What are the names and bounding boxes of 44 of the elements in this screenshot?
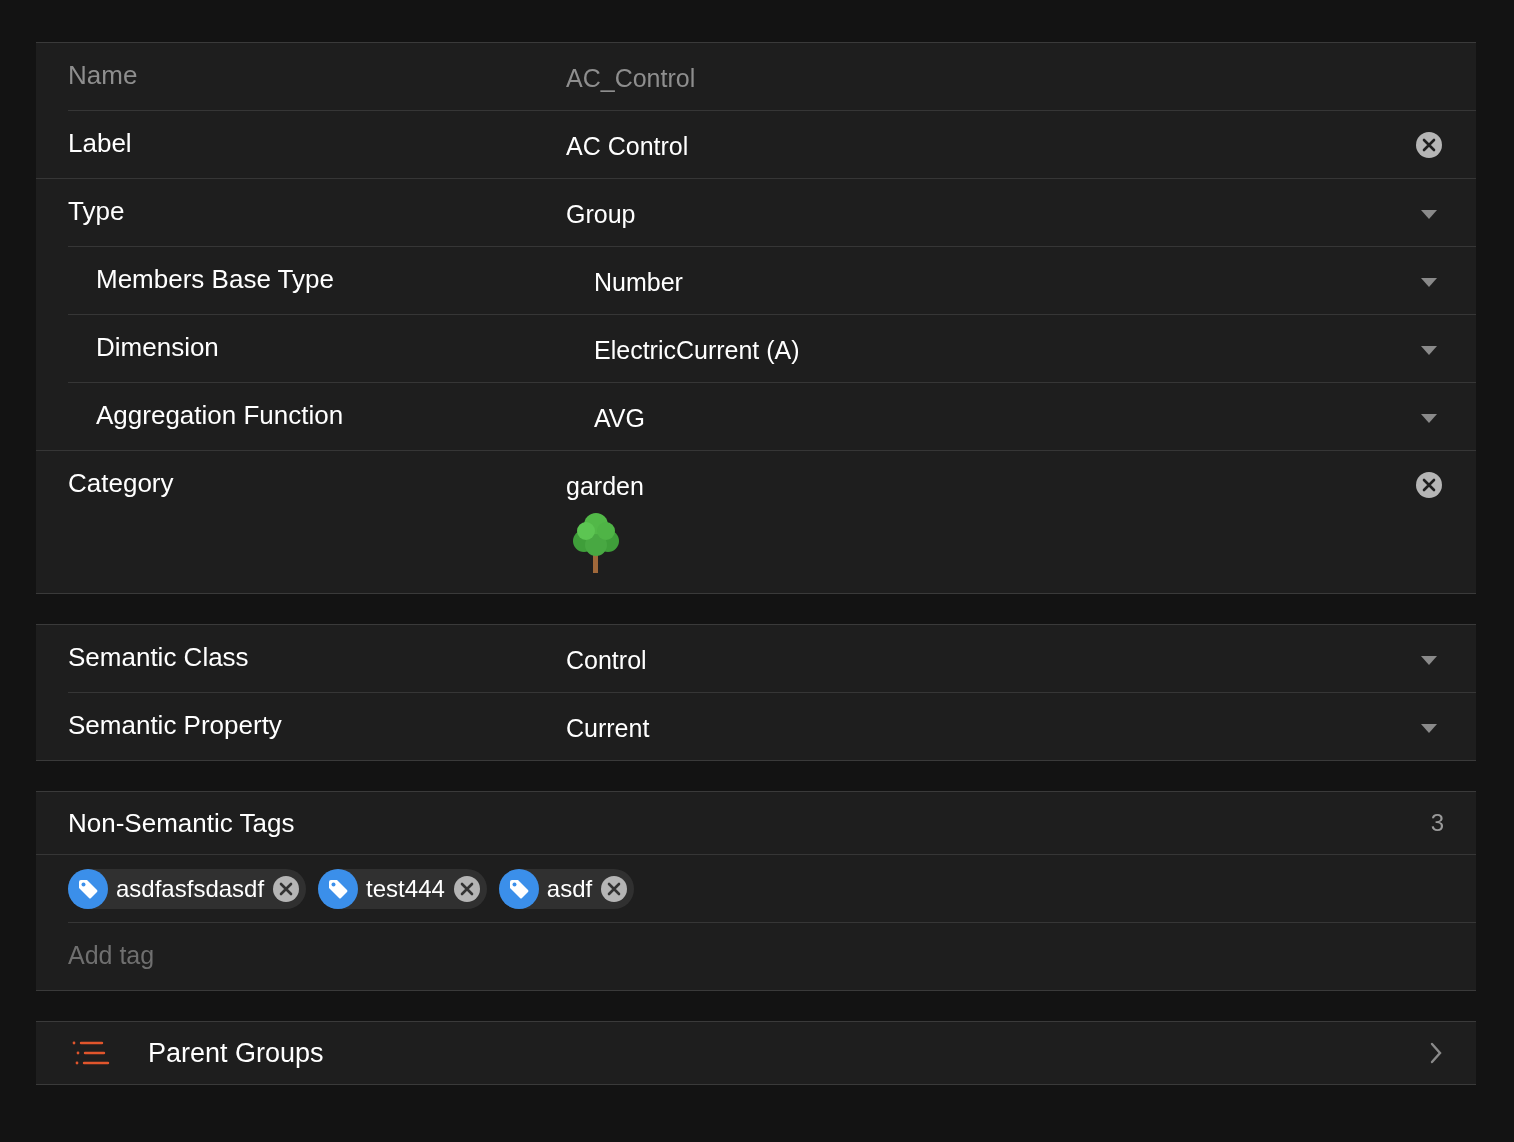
tag-icon bbox=[318, 868, 359, 909]
field-label: Type bbox=[68, 196, 126, 226]
field-value[interactable]: AC Control bbox=[566, 131, 689, 161]
tag-label: test444 bbox=[366, 874, 445, 903]
caret-icon[interactable] bbox=[1421, 278, 1437, 287]
clear-icon[interactable] bbox=[1415, 471, 1443, 499]
field-value[interactable]: garden bbox=[566, 471, 644, 501]
field-value[interactable]: ElectricCurrent (A) bbox=[594, 335, 800, 365]
tag-label: asdfasfsdasdf bbox=[116, 874, 265, 903]
chevron-icon bbox=[1430, 1042, 1442, 1064]
tag-chip[interactable]: asdf bbox=[498, 868, 635, 909]
section-title: Non-Semantic Tags bbox=[68, 808, 295, 838]
field-value[interactable]: Number bbox=[594, 267, 683, 297]
clear-icon[interactable] bbox=[1415, 131, 1443, 159]
field-value: AC_Control bbox=[566, 63, 696, 93]
field-value[interactable]: Group bbox=[566, 199, 636, 229]
field-value[interactable]: AVG bbox=[594, 403, 645, 433]
remove-tag-icon[interactable] bbox=[452, 874, 481, 903]
tag-label: asdf bbox=[546, 874, 593, 903]
tag-icon bbox=[68, 868, 108, 909]
field-label: Members Base Type bbox=[96, 264, 335, 294]
field-label: Semantic Class bbox=[68, 642, 250, 672]
tag-count: 3 bbox=[1430, 809, 1444, 837]
parent-groups-item[interactable]: Parent Groups bbox=[36, 1022, 1476, 1084]
field-label: Label bbox=[68, 128, 133, 158]
field-label: Aggregation Function bbox=[96, 400, 345, 430]
caret-icon[interactable] bbox=[1421, 724, 1437, 733]
caret-icon[interactable] bbox=[1421, 414, 1437, 423]
tag-icon bbox=[498, 868, 539, 909]
remove-tag-icon[interactable] bbox=[272, 874, 301, 903]
add-tag-field[interactable]: Add tag bbox=[68, 941, 668, 970]
tag-chip[interactable]: test444 bbox=[318, 868, 487, 909]
field-value[interactable]: Control bbox=[566, 645, 647, 675]
field-label: Semantic Property bbox=[68, 710, 283, 740]
field-label: Category bbox=[68, 468, 175, 498]
remove-tag-icon[interactable] bbox=[600, 874, 629, 903]
field-label: Name bbox=[68, 60, 139, 90]
list-icon bbox=[72, 1040, 110, 1066]
caret-icon[interactable] bbox=[1421, 210, 1437, 219]
caret-icon[interactable] bbox=[1421, 656, 1437, 665]
tag-chip[interactable]: asdfasfsdasdf bbox=[68, 868, 307, 909]
caret-icon[interactable] bbox=[1421, 346, 1437, 355]
field-label: Dimension bbox=[96, 332, 220, 362]
field-value[interactable]: Current bbox=[566, 713, 650, 743]
